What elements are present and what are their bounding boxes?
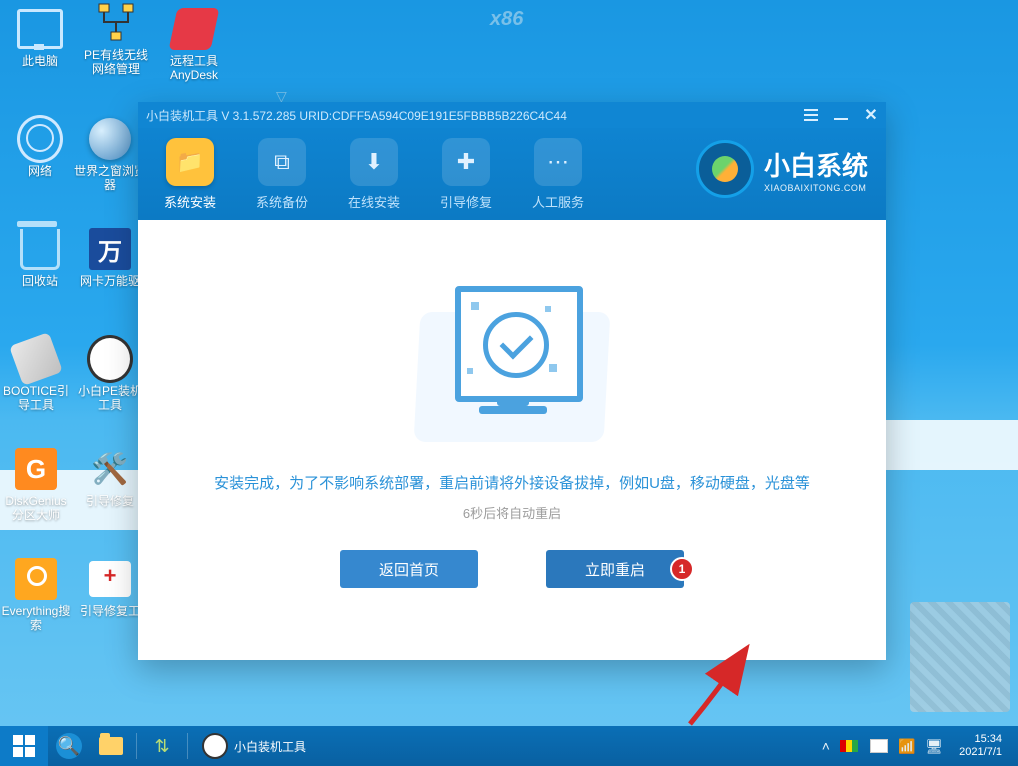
back-home-button[interactable]: 返回首页 (340, 550, 478, 588)
tray-drive-icon[interactable] (870, 739, 888, 753)
desktop-icon-anydesk[interactable]: 远程工具AnyDesk (158, 6, 230, 82)
desktop-icon-everything[interactable]: Everything搜索 (0, 556, 72, 632)
nav-label: 引导修复 (440, 192, 492, 211)
tray-network-icon[interactable]: 📶 (898, 738, 915, 755)
app-logo: 小白系统 XIAOBAIXITONG.COM (696, 140, 868, 198)
desktop-icon-boot-repair[interactable]: 🛠️引导修复 (74, 446, 146, 508)
clock-date: 2021/7/1 (959, 746, 1002, 759)
icon-label: 网卡万能驱 (80, 274, 140, 288)
icon-label: 此电脑 (22, 54, 58, 68)
start-button[interactable] (0, 726, 48, 766)
desktop-icon-xiaobai-pe[interactable]: 小白PE装机工具 (74, 336, 146, 412)
desktop-icon-pe-net[interactable]: PE有线无线网络管理 (74, 0, 158, 76)
taskbar-wifi[interactable]: ⇅ (141, 726, 183, 766)
desktop-icon-this-pc[interactable]: 此电脑 (4, 6, 76, 68)
search-icon: 🔍 (56, 733, 82, 759)
desktop-icon-bootice[interactable]: BOOTICE引导工具 (0, 336, 72, 412)
message-primary: 安装完成，为了不影响系统部署，重启前请将外接设备拔掉，例如U盘，移动硬盘，光盘等 (214, 472, 810, 493)
nav-manual[interactable]: ⋯ 人工服务 (512, 138, 604, 211)
nav-label: 在线安装 (348, 192, 400, 211)
icon-label: 引导修复工 (80, 604, 140, 618)
nav-install[interactable]: 📁 系统安装 (144, 138, 236, 211)
taskbar-search[interactable]: 🔍 (48, 726, 90, 766)
annotation-badge: 1 (670, 557, 694, 581)
desktop-icon-boot-repair-tool[interactable]: 引导修复工 (74, 556, 146, 618)
minimize-button[interactable] (832, 106, 850, 124)
app-icon (202, 733, 228, 759)
nav-label: 系统备份 (256, 192, 308, 211)
nav-label: 人工服务 (532, 192, 584, 211)
desktop-icon-recycle-bin[interactable]: 回收站 (4, 226, 76, 288)
medkit-icon: ✚ (442, 138, 490, 186)
menu-button[interactable] (802, 106, 820, 124)
nav-bootfix[interactable]: ✚ 引导修复 (420, 138, 512, 211)
window-titlebar[interactable]: 小白装机工具 V 3.1.572.285 URID:CDFF5A594C09E1… (138, 102, 886, 128)
tray-chevron-icon[interactable]: ˄ (822, 738, 830, 754)
logo-title: 小白系统 (764, 146, 868, 183)
completion-illustration (407, 272, 617, 456)
icon-label: 回收站 (22, 274, 58, 288)
close-button[interactable]: ✕ (862, 106, 880, 124)
taskbar-app-xiaobai[interactable]: 小白装机工具 (194, 726, 314, 766)
tray-display-icon[interactable]: 🖥 (925, 738, 943, 755)
app-window: 小白装机工具 V 3.1.572.285 URID:CDFF5A594C09E1… (138, 102, 886, 660)
icon-label: 网络 (28, 164, 52, 178)
folder-down-icon: 📁 (166, 138, 214, 186)
wifi-icon: ⇅ (149, 733, 175, 759)
icon-label: DiskGenius分区大师 (0, 494, 72, 522)
restart-now-button[interactable]: 立即重启 1 (546, 550, 684, 588)
desktop-icon-network[interactable]: 网络 (4, 116, 76, 178)
clock-time: 15:34 (959, 733, 1002, 746)
icon-label: BOOTICE引导工具 (0, 384, 72, 412)
window-title: 小白装机工具 V 3.1.572.285 URID:CDFF5A594C09E1… (146, 107, 567, 124)
action-row: 返回首页 立即重启 1 (340, 550, 684, 588)
button-label: 立即重启 (585, 559, 645, 580)
taskbar-divider (136, 733, 137, 759)
desktop-icon-diskgenius[interactable]: GDiskGenius分区大师 (0, 446, 72, 522)
message-countdown: 6秒后将自动重启 (463, 503, 561, 522)
taskbar[interactable]: 🔍 ⇅ 小白装机工具 ˄ 📶 🖥 15:34 2021/7/1 (0, 726, 1018, 766)
folder-icon (98, 733, 124, 759)
nav-label: 系统安装 (164, 192, 216, 211)
window-nav: 📁 系统安装 ⧉ 系统备份 ⬇ 在线安装 ✚ 引导修复 ⋯ 人工服务 小白系统 XIAOB… (138, 128, 886, 220)
icon-label: Everything搜索 (0, 604, 72, 632)
check-circle-icon (483, 312, 549, 378)
backup-icon: ⧉ (258, 138, 306, 186)
taskbar-divider (187, 733, 188, 759)
icon-label: PE有线无线网络管理 (80, 48, 152, 76)
window-body: 安装完成，为了不影响系统部署，重启前请将外接设备拔掉，例如U盘，移动硬盘，光盘等… (138, 220, 886, 660)
logo-mark-icon (696, 140, 754, 198)
icon-label: 远程工具AnyDesk (158, 54, 230, 82)
desktop-icon-world-browser[interactable]: 世界之窗浏览器 (74, 116, 146, 192)
taskbar-app-label: 小白装机工具 (234, 738, 306, 755)
icon-label: 小白PE装机工具 (74, 384, 146, 412)
icon-label: 世界之窗浏览器 (74, 164, 146, 192)
system-tray[interactable]: ˄ 📶 🖥 15:34 2021/7/1 (822, 733, 1018, 759)
chat-icon: ⋯ (534, 138, 582, 186)
taskbar-explorer[interactable] (90, 726, 132, 766)
nav-backup[interactable]: ⧉ 系统备份 (236, 138, 328, 211)
desktop-icon-wan-driver[interactable]: 万网卡万能驱 (74, 226, 146, 288)
tray-preview-blur (910, 602, 1010, 712)
taskbar-clock[interactable]: 15:34 2021/7/1 (953, 733, 1008, 759)
icon-label: 引导修复 (86, 494, 134, 508)
tray-flag-icon[interactable] (840, 740, 858, 752)
logo-subtitle: XIAOBAIXITONG.COM (764, 183, 868, 193)
download-icon: ⬇ (350, 138, 398, 186)
nav-online[interactable]: ⬇ 在线安装 (328, 138, 420, 211)
